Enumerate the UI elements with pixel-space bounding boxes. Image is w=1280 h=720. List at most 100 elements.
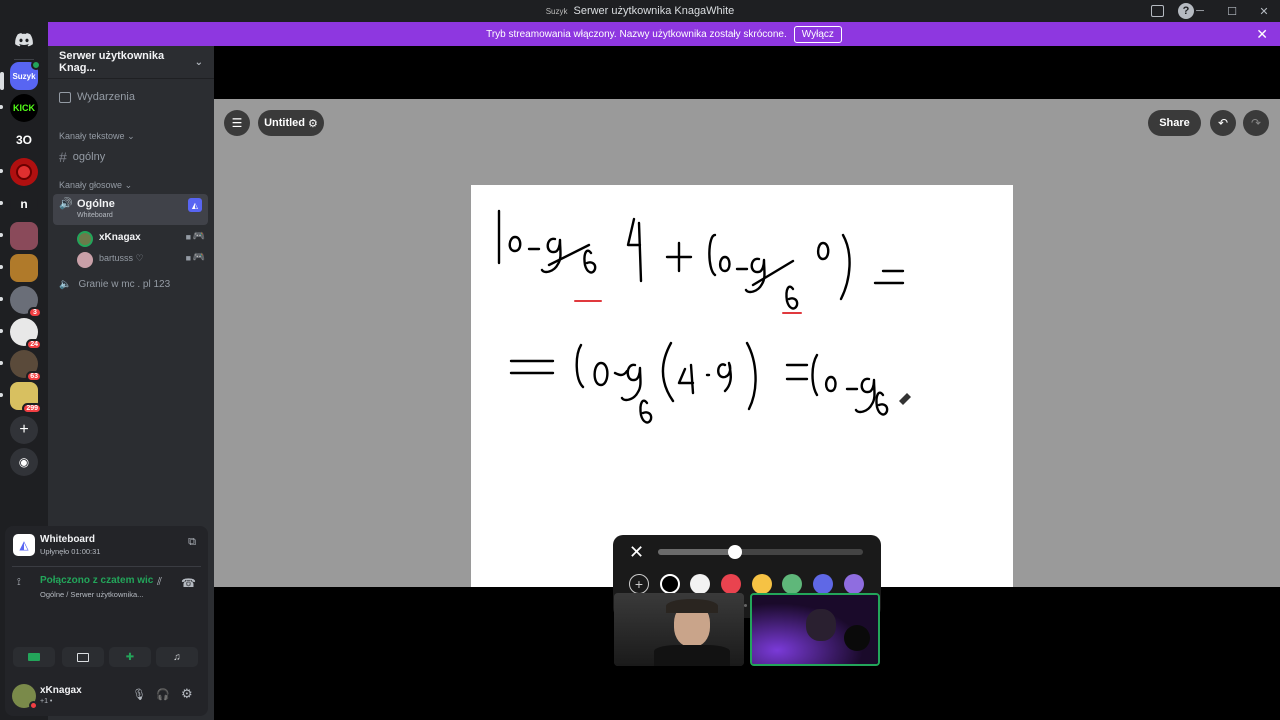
activity-title: Whiteboard — [40, 534, 95, 545]
server-red-avatar-image — [16, 164, 32, 180]
hamburger-icon: ☰ — [231, 116, 243, 130]
user-status: +1 • — [40, 698, 53, 705]
color-swatch-green[interactable] — [782, 574, 802, 594]
drawing-canvas[interactable] — [471, 185, 1013, 587]
add-server-icon[interactable]: + — [10, 416, 38, 444]
headphones-icon[interactable]: 🎧 — [156, 688, 170, 701]
activity-stage: ☰ Untitled ⚙ Share ↶ ↷ ✕ + — [214, 46, 1280, 720]
inbox-icon[interactable] — [1151, 5, 1164, 17]
server-avatar-5[interactable]: 63 — [10, 350, 42, 382]
disable-streamer-mode-button[interactable]: Wyłącz — [793, 25, 842, 43]
banner-text: Tryb streamowania włączony. Nazwy użytko… — [486, 28, 787, 40]
undo-icon: ↶ — [1217, 116, 1229, 130]
hashtag-icon: # — [59, 149, 67, 165]
voice-channel-granie[interactable]: 🔈 Granie w mc . pl 123 — [59, 279, 170, 290]
avatar — [77, 231, 93, 247]
server-header[interactable]: Serwer użytkownika Knag... ⌄ — [48, 46, 214, 78]
share-button[interactable]: Share — [1148, 110, 1201, 136]
board-title-button[interactable]: Untitled ⚙ — [258, 110, 324, 136]
undo-button[interactable]: ↶ — [1210, 110, 1236, 136]
events-label: Wydarzenia — [77, 91, 135, 103]
chevron-down-icon: ⌄ — [194, 56, 203, 68]
discover-icon[interactable]: ◉ — [10, 448, 38, 476]
server-3o-label: 3O — [15, 133, 32, 147]
events-link[interactable]: Wydarzenia — [59, 91, 135, 103]
microphone-icon[interactable]: 🎙 — [132, 688, 146, 701]
signal-icon: ⟟ — [17, 577, 21, 588]
mention-badge: 299 — [22, 403, 42, 414]
voice-user-row[interactable]: bartusss ♡ ■ 🎮 — [77, 251, 205, 269]
camera-button[interactable] — [13, 647, 55, 667]
camera-icon: ■ — [185, 253, 191, 263]
color-swatch-purple[interactable] — [844, 574, 864, 594]
server-kick[interactable]: KICK — [10, 94, 38, 122]
voice-category[interactable]: Kanały głosowe ⌄ — [59, 180, 132, 191]
participant-silhouette — [806, 609, 836, 641]
server-suzyk-label: Suzyk — [12, 71, 36, 81]
redo-icon: ↷ — [1250, 116, 1262, 130]
discord-home-icon[interactable] — [10, 26, 38, 54]
color-swatch-red[interactable] — [721, 574, 741, 594]
activity-icon: ◭ — [13, 534, 35, 556]
gear-icon: ⚙ — [308, 117, 318, 130]
whiteboard-app-icon[interactable]: ◭ — [188, 198, 202, 212]
color-swatch-white[interactable] — [690, 574, 710, 594]
voice-channel-ogolne[interactable]: 🔊 Ogólne Whiteboard ◭ — [53, 194, 208, 225]
slider-thumb[interactable] — [728, 545, 742, 559]
speaker-icon: 🔊 — [59, 198, 73, 210]
gamepad-icon: ✚ — [125, 651, 135, 663]
server-suzyk[interactable]: Suzyk — [10, 60, 41, 90]
channel-ogolny[interactable]: # ogólny — [59, 149, 105, 165]
voice-user-name: bartusss ♡ — [99, 253, 144, 263]
redo-button[interactable]: ↷ — [1243, 110, 1269, 136]
voice-user-row[interactable]: xKnagax ■ 🎮 — [77, 230, 205, 248]
mention-badge: 24 — [26, 339, 42, 350]
color-swatch-black[interactable] — [660, 574, 680, 594]
close-palette-icon[interactable]: ✕ — [629, 542, 644, 563]
connection-status[interactable]: Połączono z czatem wic — [40, 575, 153, 586]
window-title-bar: Suzyk Serwer użytkownika KnagaWhite ? ─ … — [0, 0, 1280, 22]
server-avatar-3[interactable]: 3 — [10, 286, 42, 318]
server-kick-label: KICK — [13, 103, 35, 113]
banner-close-icon[interactable]: ✕ — [1256, 26, 1268, 43]
voice-channel-label: Ogólne — [77, 198, 115, 210]
color-swatch-yellow[interactable] — [752, 574, 772, 594]
maximize-icon[interactable]: ☐ — [1216, 5, 1248, 18]
activity-time: Upłynęło 01:00:31 — [40, 547, 101, 556]
stroke-width-slider[interactable] — [658, 545, 863, 559]
text-category-label: Kanały tekstowe — [59, 131, 125, 141]
close-window-icon[interactable]: ✕ — [1248, 5, 1280, 18]
server-red-avatar[interactable] — [10, 158, 38, 186]
server-3o[interactable]: 3O — [10, 126, 38, 154]
popout-icon[interactable]: ⧉ — [188, 536, 196, 549]
speaker-icon: 🔈 — [59, 279, 72, 290]
server-avatar-2[interactable] — [10, 254, 38, 282]
minimize-icon[interactable]: ─ — [1184, 5, 1216, 17]
text-category[interactable]: Kanały tekstowe ⌄ — [59, 131, 135, 142]
voice-user-name: xKnagax — [99, 232, 141, 243]
disconnect-icon[interactable]: ☎ — [181, 576, 196, 590]
activity-button[interactable]: ✚ — [109, 647, 151, 667]
soundboard-button[interactable]: ♫ — [156, 647, 198, 667]
participant-video-tile[interactable] — [614, 593, 744, 666]
screen-share-button[interactable] — [62, 647, 104, 667]
handwriting-drawing — [497, 209, 911, 424]
color-swatch-blue[interactable] — [813, 574, 833, 594]
window-title: Serwer użytkownika KnagaWhite — [573, 5, 735, 17]
avatar[interactable] — [12, 684, 38, 710]
menu-button[interactable]: ☰ — [224, 110, 250, 136]
username[interactable]: xKnagax — [40, 685, 82, 696]
whiteboard-app: ☰ Untitled ⚙ Share ↶ ↷ ✕ + — [214, 99, 1280, 618]
participant-video-tile-speaking[interactable] — [750, 593, 880, 666]
add-color-icon[interactable]: + — [629, 574, 649, 594]
connection-path[interactable]: Ogólne / Serwer użytkownika... — [40, 590, 143, 599]
server-avatar-1[interactable] — [10, 222, 38, 250]
server-n[interactable]: n — [10, 190, 38, 218]
status-dnd-icon — [29, 701, 38, 710]
noise-suppression-icon[interactable]: ⫽ — [157, 576, 162, 589]
server-avatar-4[interactable]: 24 — [10, 318, 42, 350]
chevron-down-icon: ⌄ — [127, 131, 135, 141]
settings-gear-icon[interactable]: ⚙ — [181, 686, 193, 702]
pencil-cursor-icon — [899, 393, 911, 405]
server-folder[interactable]: 299 — [10, 382, 42, 414]
